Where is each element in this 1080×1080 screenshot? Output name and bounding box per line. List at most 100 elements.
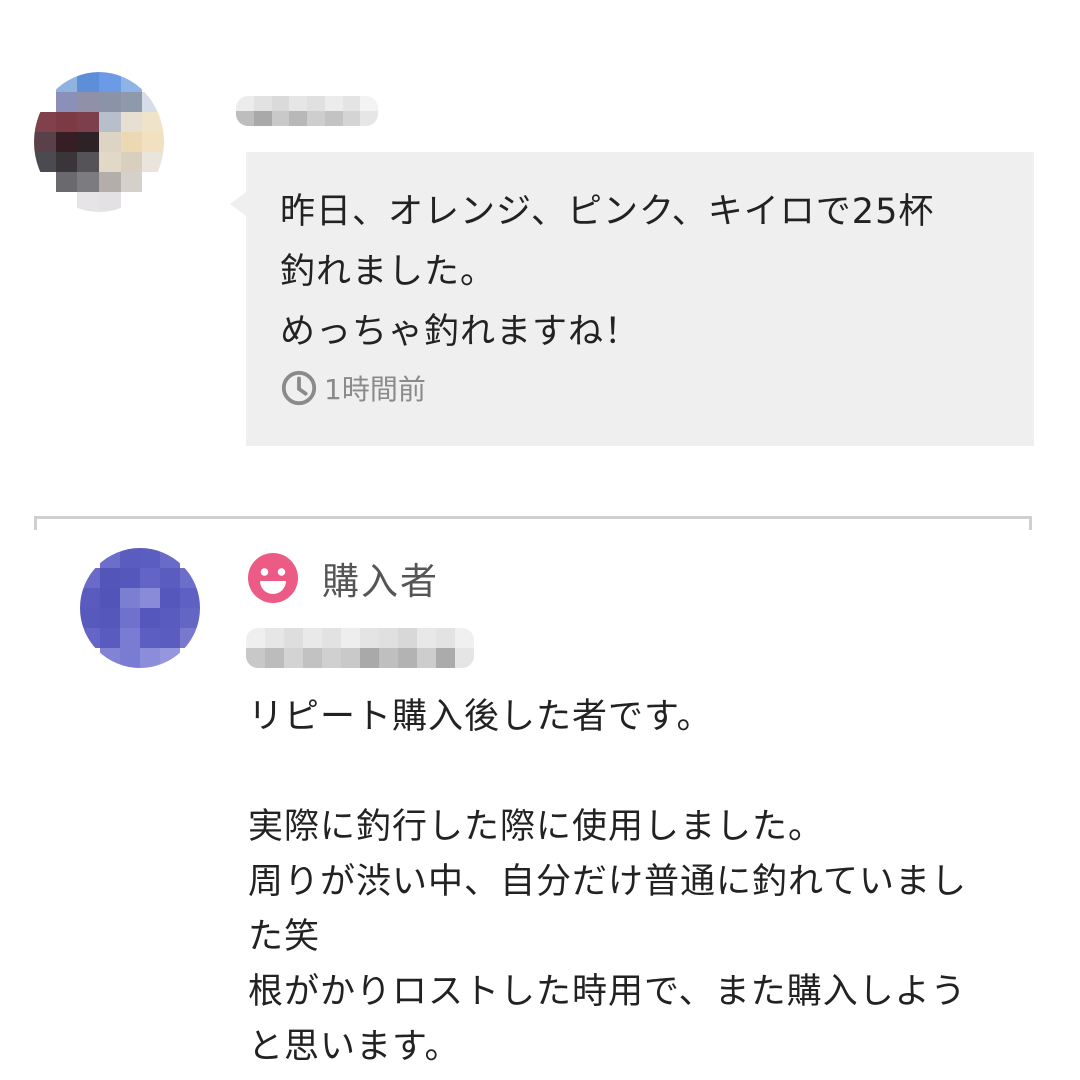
mosaic-cell: [142, 112, 164, 132]
mosaic-cell: [253, 96, 272, 111]
mosaic-cell: [100, 568, 120, 588]
mosaic-cell: [34, 172, 56, 192]
mosaic-cell: [140, 628, 160, 648]
mosaic-cell: [236, 111, 254, 126]
review-line: [248, 745, 1038, 800]
mosaic-cell: [77, 172, 99, 192]
mosaic-cell: [436, 648, 455, 668]
mosaic-cell: [120, 588, 140, 608]
mosaic-cell: [271, 96, 290, 111]
buyer-badge: 購入者: [246, 550, 439, 606]
mosaic-cell: [80, 588, 100, 608]
mosaic-cell: [120, 648, 140, 668]
mosaic-cell: [160, 548, 180, 568]
mosaic-cell: [55, 112, 78, 132]
mosaic-cell: [142, 72, 164, 92]
mosaic-cell: [180, 588, 200, 608]
avatar[interactable]: [80, 548, 200, 668]
mosaic-cell: [322, 648, 341, 668]
mosaic-cell: [77, 92, 99, 112]
mosaic-cell: [120, 628, 140, 648]
mosaic-cell: [160, 568, 180, 588]
timestamp-label: 1時間前: [324, 373, 426, 406]
mosaic-cell: [160, 588, 180, 608]
mosaic-cell: [360, 96, 378, 111]
mosaic-cell: [417, 648, 436, 668]
mosaic-cell: [271, 111, 290, 126]
mosaic-cell: [180, 548, 200, 568]
mosaic-cell: [324, 111, 343, 126]
mosaic-cell: [436, 628, 455, 648]
mosaic-cell: [360, 648, 379, 668]
mosaic-cell: [140, 608, 160, 628]
avatar[interactable]: [34, 72, 164, 212]
mosaic-cell: [77, 72, 99, 92]
mosaic-cell: [34, 92, 56, 112]
mosaic-cell: [77, 112, 99, 132]
mosaic-cell: [341, 628, 360, 648]
mosaic-cell: [100, 588, 120, 608]
mosaic-cell: [455, 648, 474, 668]
mosaic-cell: [307, 111, 325, 126]
comment-timestamp: 1時間前: [280, 366, 426, 410]
mosaic-cell: [180, 568, 200, 588]
mosaic-cell: [98, 152, 121, 172]
mosaic-cell: [34, 192, 56, 212]
mosaic-cell: [98, 132, 121, 152]
mosaic-cell: [379, 628, 398, 648]
review-line: た笑: [248, 917, 321, 957]
blurred-username[interactable]: [236, 96, 378, 126]
mosaic-cell: [98, 72, 121, 92]
mosaic-cell: [120, 192, 143, 212]
mosaic-cell: [379, 648, 398, 668]
mosaic-cell: [142, 192, 164, 212]
mosaic-cell: [77, 152, 99, 172]
mosaic-cell: [360, 628, 379, 648]
mosaic-cell: [417, 628, 436, 648]
mosaic-cell: [34, 152, 56, 172]
mosaic-cell: [120, 152, 143, 172]
mosaic-cell: [55, 172, 78, 192]
mosaic-cell: [34, 132, 56, 152]
mosaic-cell: [398, 628, 417, 648]
mosaic-cell: [34, 72, 56, 92]
blurred-username[interactable]: [246, 628, 474, 668]
mosaic-cell: [80, 648, 100, 668]
mosaic-cell: [80, 568, 100, 588]
mosaic-cell: [307, 96, 325, 111]
mosaic-cell: [160, 648, 180, 668]
mosaic-cell: [120, 172, 143, 192]
mosaic-cell: [284, 628, 303, 648]
review-text: リピート購入後した者です。 実際に釣行した際に使用しました。 周りが渋い中、自分…: [248, 690, 1038, 1075]
mosaic-cell: [120, 72, 143, 92]
review-line: 周りが渋い中、自分だけ普通に釣れていまし: [248, 862, 967, 902]
mosaic-cell: [120, 568, 140, 588]
mosaic-cell: [55, 192, 78, 212]
review-line: と思います。: [248, 1027, 461, 1067]
mosaic-cell: [34, 112, 56, 132]
review-line: 根がかりロストした時用で、また購入しよう: [248, 972, 967, 1012]
mosaic-cell: [140, 588, 160, 608]
mosaic-cell: [142, 152, 164, 172]
mosaic-cell: [160, 608, 180, 628]
mosaic-cell: [142, 132, 164, 152]
mosaic-cell: [100, 648, 120, 668]
mosaic-cell: [180, 608, 200, 628]
mosaic-cell: [236, 96, 254, 111]
review-line: 実際に釣行した際に使用しました。: [248, 807, 825, 847]
clock-icon: [281, 370, 317, 406]
comment-bubble: 昨日、オレンジ、ピンク、キイロで25杯 釣れました。 めっちゃ釣れますね！ 1時…: [230, 152, 1034, 446]
mosaic-cell: [289, 111, 307, 126]
mosaic-cell: [120, 548, 140, 568]
review-page: 昨日、オレンジ、ピンク、キイロで25杯 釣れました。 めっちゃ釣れますね！ 1時…: [0, 0, 1080, 1080]
mosaic-cell: [98, 92, 121, 112]
mosaic-cell: [303, 648, 322, 668]
mosaic-cell: [342, 111, 361, 126]
mosaic-cell: [98, 112, 121, 132]
mosaic-cell: [360, 111, 378, 126]
mosaic-cell: [140, 648, 160, 668]
mosaic-cell: [100, 628, 120, 648]
mosaic-cell: [246, 648, 265, 668]
mosaic-cell: [55, 72, 78, 92]
mosaic-cell: [324, 96, 343, 111]
